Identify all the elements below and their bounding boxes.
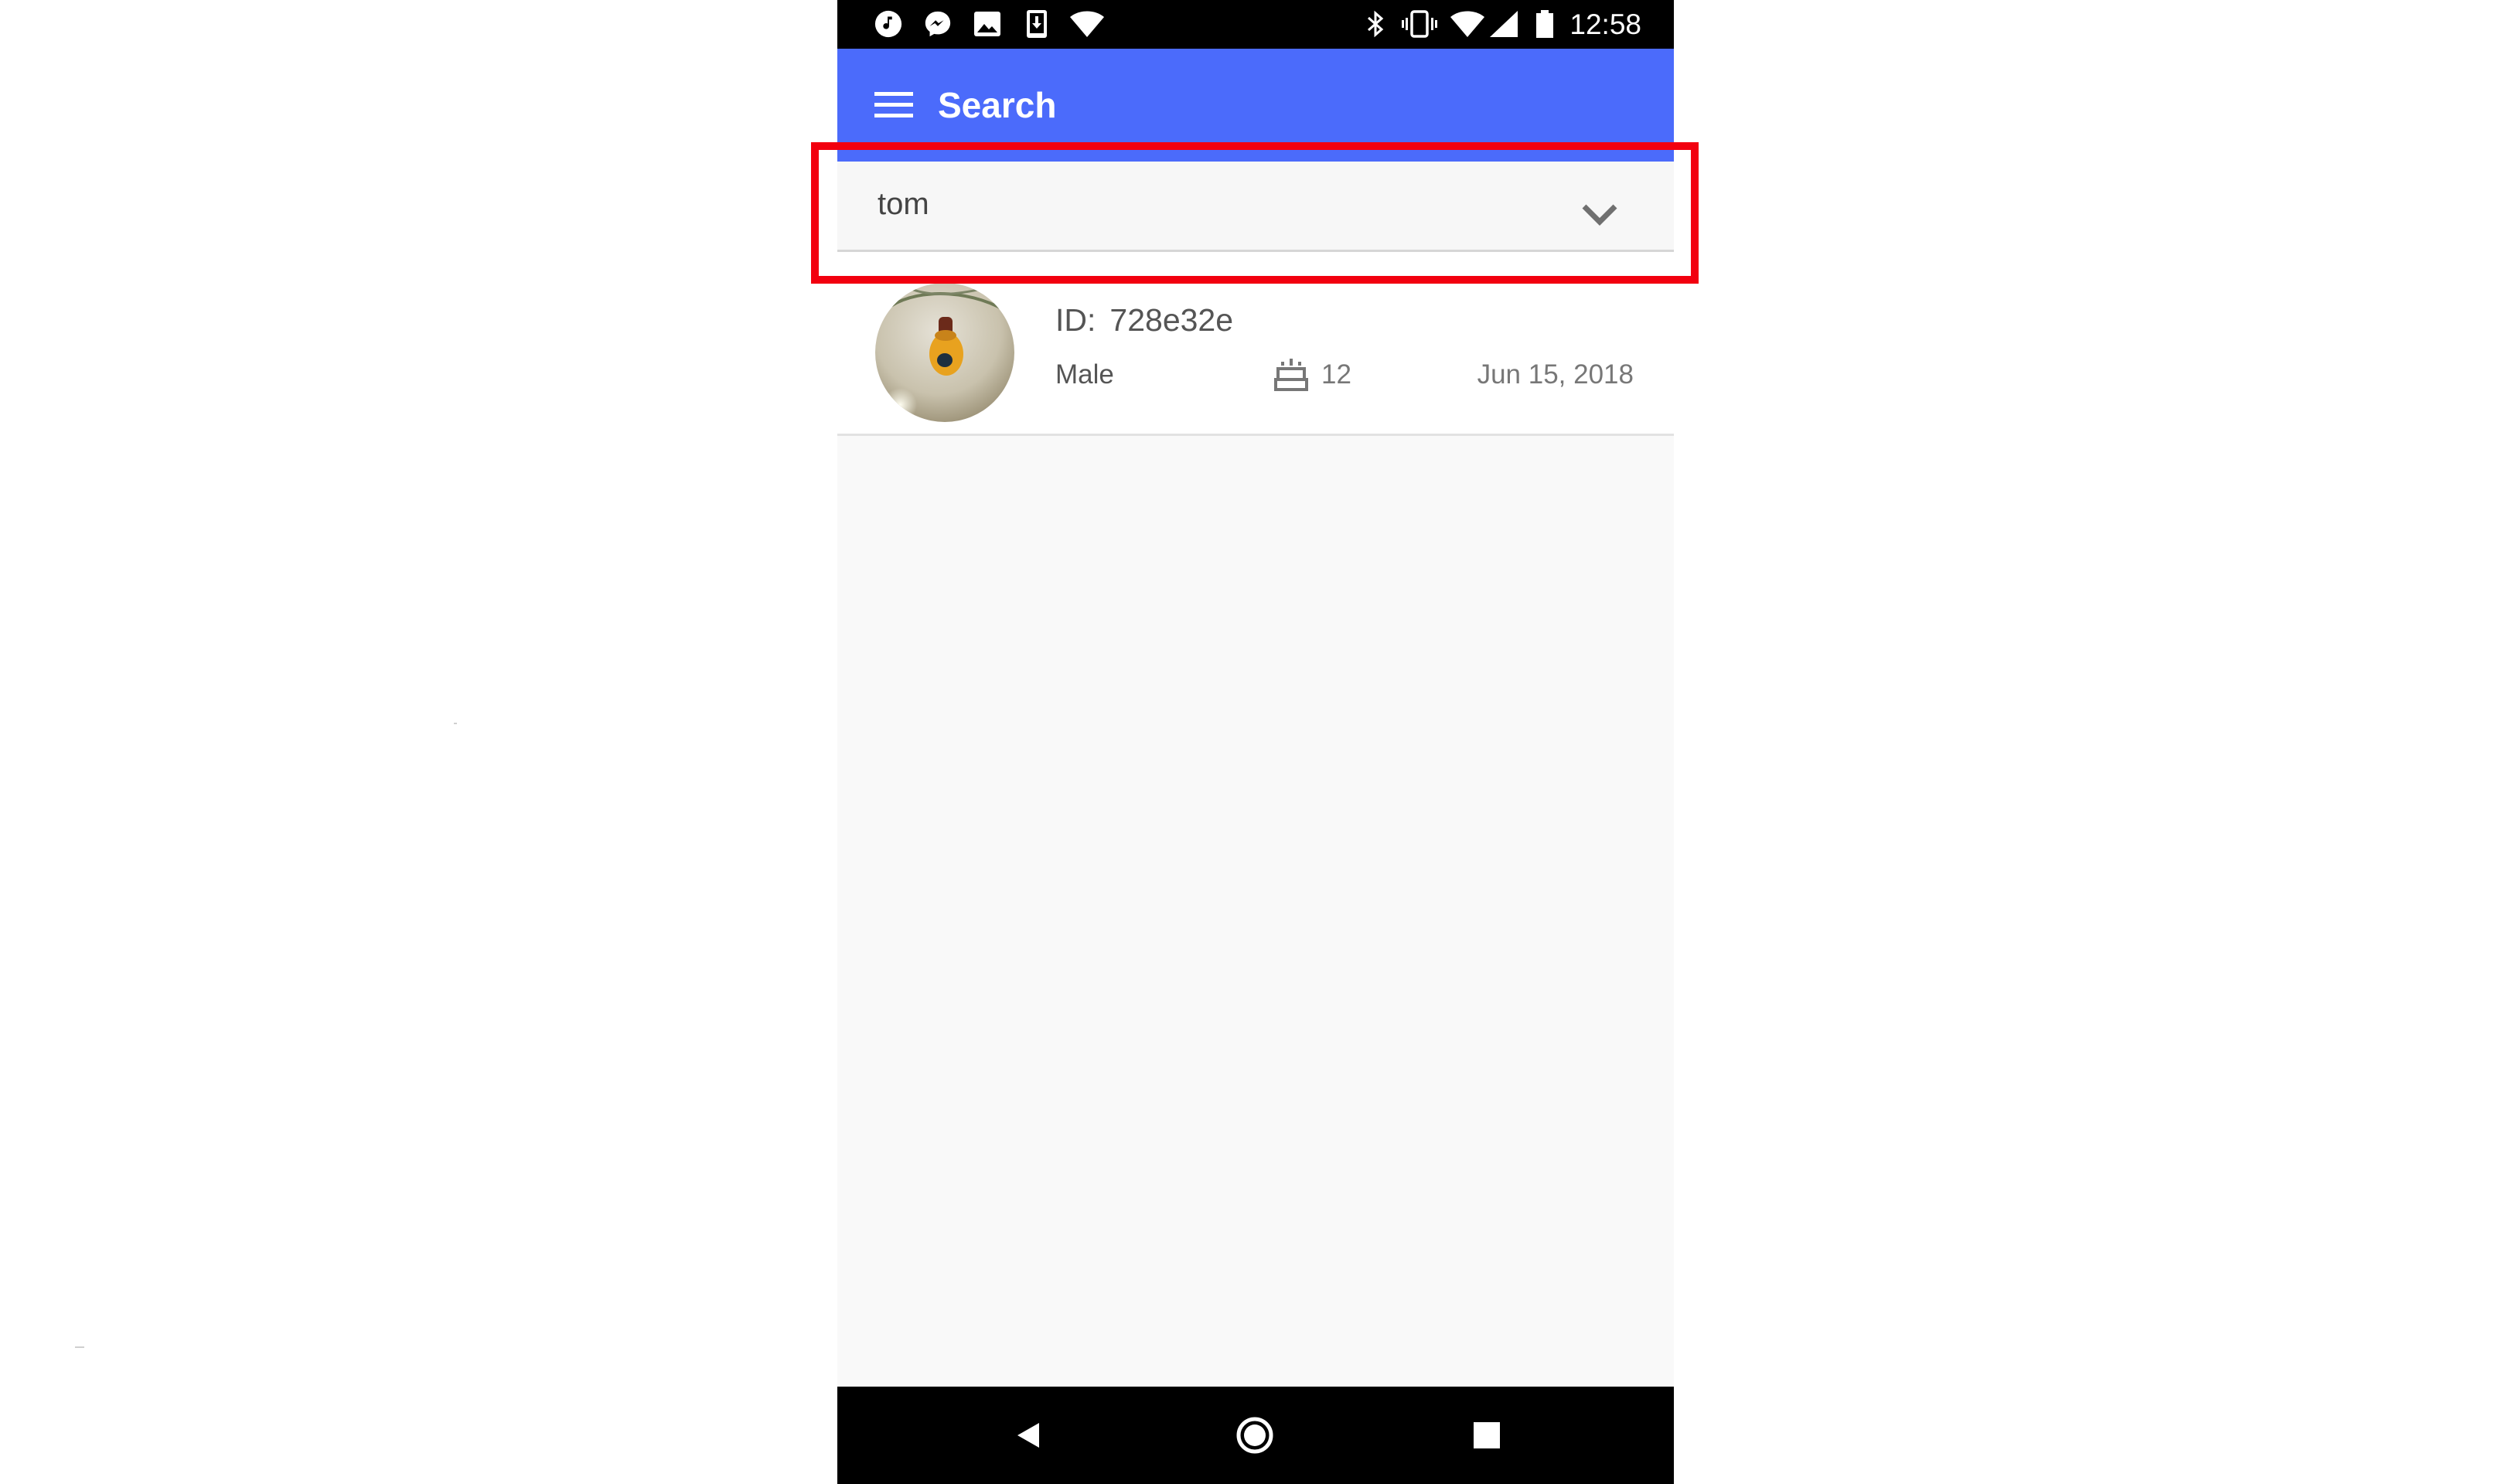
battery-icon bbox=[1536, 10, 1553, 38]
date-text: Jun 15, 2018 bbox=[1477, 359, 1634, 390]
wifi-icon bbox=[1450, 11, 1484, 37]
recents-icon[interactable] bbox=[1467, 1416, 1506, 1455]
gender-text: Male bbox=[1055, 359, 1114, 390]
back-icon[interactable] bbox=[1010, 1416, 1048, 1455]
download-icon bbox=[1027, 10, 1047, 38]
wifi-icon bbox=[1070, 11, 1104, 37]
cellular-signal-icon bbox=[1490, 11, 1518, 37]
result-id: ID: 728e32e bbox=[1055, 300, 1233, 340]
search-dropdown-value: tom bbox=[878, 187, 929, 221]
search-dropdown[interactable]: tom bbox=[837, 162, 1674, 252]
vibrate-icon bbox=[1402, 10, 1437, 38]
menu-icon[interactable] bbox=[874, 90, 913, 120]
app-bar: Search bbox=[837, 49, 1674, 162]
image-icon bbox=[974, 12, 1000, 36]
avatar bbox=[875, 283, 1014, 422]
id-value: 728e32e bbox=[1109, 302, 1234, 338]
chevron-down-icon[interactable] bbox=[1581, 202, 1618, 226]
messenger-icon bbox=[925, 11, 951, 37]
navigation-bar bbox=[837, 1387, 1674, 1484]
screen: { "status_bar": { "time": "12:58", "left… bbox=[0, 0, 2505, 1484]
age-text: 12 bbox=[1321, 359, 1351, 390]
result-list-item[interactable]: ID: 728e32e Male 12 Jun 15, 2018 bbox=[837, 252, 1674, 436]
page-title: Search bbox=[938, 85, 1057, 125]
status-time: 12:58 bbox=[1569, 9, 1641, 40]
stray-pixel bbox=[454, 723, 457, 724]
stray-pixel bbox=[75, 1346, 84, 1348]
home-icon[interactable] bbox=[1235, 1416, 1274, 1455]
id-label: ID: bbox=[1055, 302, 1096, 338]
birthday-cake-icon bbox=[1274, 359, 1308, 391]
phone-screen: 12:58 Search tom ID: 728e32e Male 12 Jun… bbox=[837, 0, 1674, 1484]
status-bar: 12:58 bbox=[837, 0, 1674, 49]
bluetooth-icon bbox=[1368, 10, 1384, 38]
music-icon bbox=[874, 10, 902, 38]
